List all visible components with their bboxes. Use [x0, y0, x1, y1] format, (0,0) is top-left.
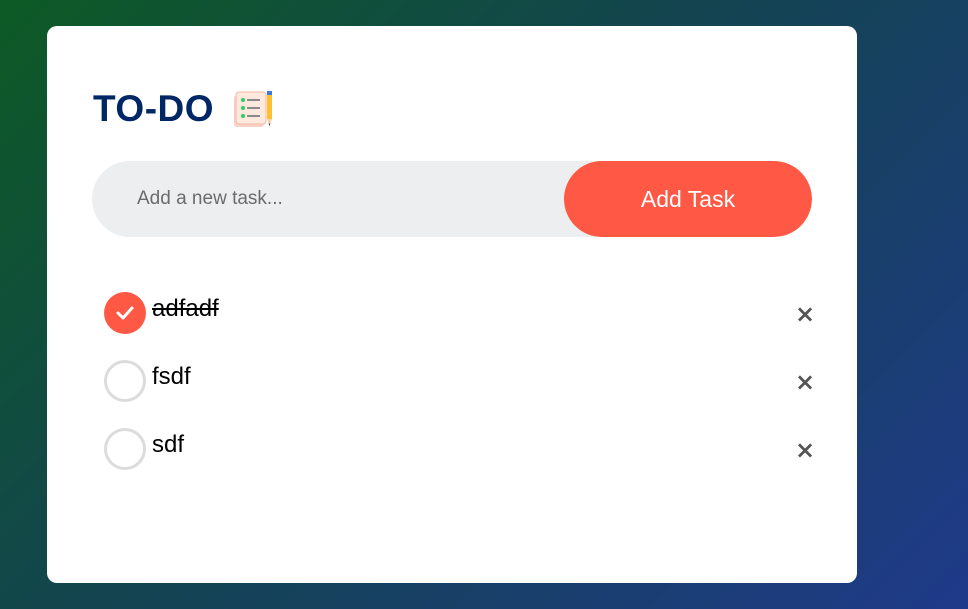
task-list: adfadf × fsdf × sdf ×	[104, 278, 815, 482]
task-item[interactable]: sdf ×	[104, 414, 815, 482]
task-text: fsdf	[152, 363, 191, 390]
notepad-pencil-icon	[232, 89, 274, 129]
close-icon[interactable]: ×	[790, 299, 820, 329]
task-item[interactable]: adfadf ×	[104, 278, 815, 346]
close-icon[interactable]: ×	[790, 367, 820, 397]
add-task-row: Add Task	[92, 161, 812, 237]
task-text: sdf	[152, 431, 185, 458]
todo-card: TO-DO Add Task	[47, 26, 857, 583]
unchecked-circle-icon[interactable]	[104, 360, 146, 402]
title-row: TO-DO	[93, 88, 274, 130]
add-task-button[interactable]: Add Task	[564, 161, 812, 237]
new-task-input[interactable]	[92, 161, 564, 237]
task-text: adfadf	[152, 295, 219, 322]
unchecked-circle-icon[interactable]	[104, 428, 146, 470]
task-item[interactable]: fsdf ×	[104, 346, 815, 414]
app-title: TO-DO	[93, 88, 215, 129]
checked-circle-icon[interactable]	[104, 292, 146, 334]
close-icon[interactable]: ×	[790, 435, 820, 465]
